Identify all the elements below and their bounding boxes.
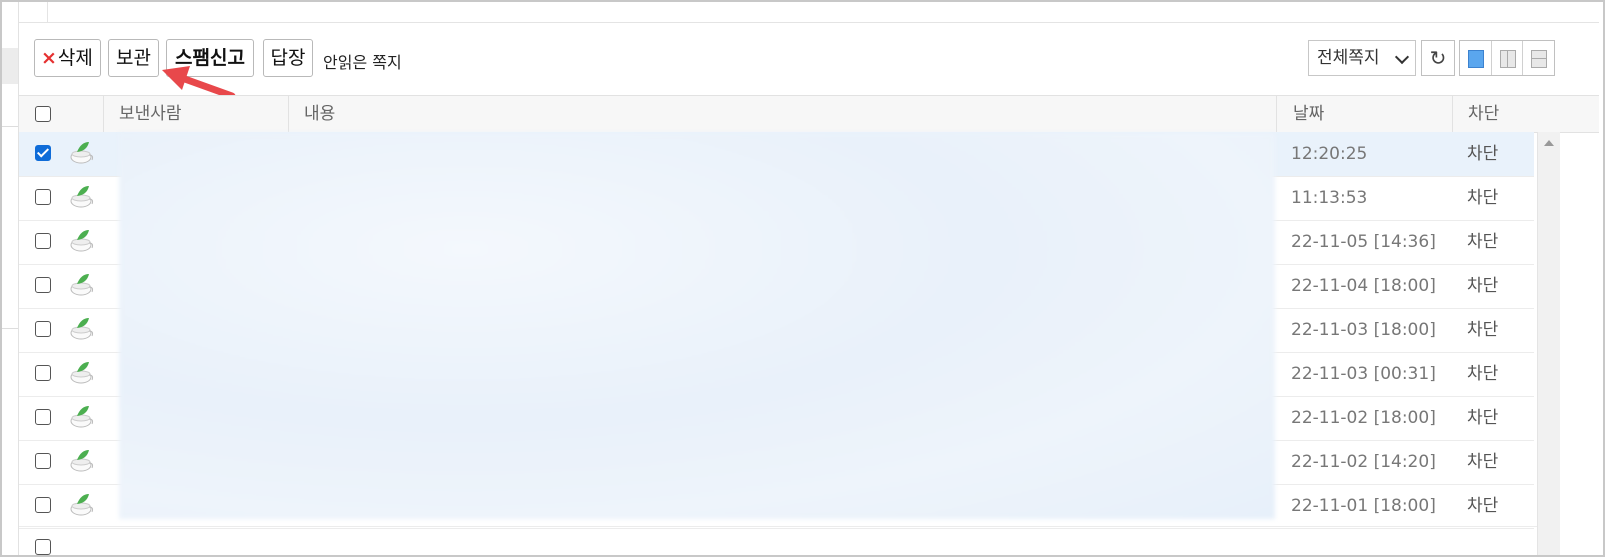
scroll-up-icon[interactable] xyxy=(1544,140,1554,146)
message-window: ×삭제 보관 스팸신고 답장 안읽은 쪽지 전체쪽지 ↻ 보낸사람 내용 날짜 … xyxy=(0,0,1605,557)
store-button[interactable]: 보관 xyxy=(108,39,159,77)
row-checkbox[interactable] xyxy=(35,539,51,555)
left-panel-edge xyxy=(2,2,19,555)
teacup-leaf-icon xyxy=(70,362,94,384)
row-date: 22-11-02 [14:20] xyxy=(1291,452,1436,472)
row-checkbox[interactable] xyxy=(35,145,51,161)
row-date: 22-11-02 [18:00] xyxy=(1291,408,1436,428)
teacup-leaf-icon xyxy=(70,450,94,472)
row-date: 22-11-03 [00:31] xyxy=(1291,364,1436,384)
row-block-link[interactable]: 차단 xyxy=(1467,396,1498,440)
vertical-scrollbar[interactable] xyxy=(1537,132,1560,555)
header-block: 차단 xyxy=(1468,104,1500,124)
row-date: 11:13:53 xyxy=(1291,188,1368,208)
row-checkbox[interactable] xyxy=(35,453,51,469)
row-block-link[interactable]: 차단 xyxy=(1467,220,1498,264)
teacup-leaf-icon xyxy=(70,318,94,340)
row-date: 22-11-03 [18:00] xyxy=(1291,320,1436,340)
toolbar: ×삭제 보관 스팸신고 답장 안읽은 쪽지 전체쪽지 ↻ xyxy=(19,23,1599,95)
delete-x-icon: × xyxy=(41,47,57,69)
delete-button[interactable]: ×삭제 xyxy=(34,39,101,77)
view-single-icon[interactable] xyxy=(1460,41,1492,75)
row-block-link[interactable]: 차단 xyxy=(1467,176,1498,220)
unread-messages-link[interactable]: 안읽은 쪽지 xyxy=(323,49,402,73)
top-bar xyxy=(19,2,1599,23)
teacup-leaf-icon xyxy=(70,230,94,252)
row-checkbox[interactable] xyxy=(35,365,51,381)
header-sender[interactable]: 보낸사람 xyxy=(119,96,182,132)
teacup-leaf-icon xyxy=(70,142,94,164)
row-date: 22-11-04 [18:00] xyxy=(1291,276,1436,296)
row-block-link[interactable]: 차단 xyxy=(1467,440,1498,484)
row-date: 12:20:25 xyxy=(1291,144,1368,164)
teacup-leaf-icon xyxy=(70,406,94,428)
row-block-link[interactable]: 차단 xyxy=(1467,132,1498,176)
row-checkbox[interactable] xyxy=(35,233,51,249)
row-block-link[interactable]: 차단 xyxy=(1467,264,1498,308)
filter-value: 전체쪽지 xyxy=(1317,48,1380,68)
select-all-checkbox[interactable] xyxy=(35,106,51,122)
view-horizontal-split-icon[interactable] xyxy=(1523,41,1554,75)
row-checkbox[interactable] xyxy=(35,321,51,337)
teacup-leaf-icon xyxy=(70,186,94,208)
teacup-leaf-icon xyxy=(70,494,94,516)
header-date[interactable]: 날짜 xyxy=(1293,96,1324,132)
view-mode-group xyxy=(1459,40,1555,76)
partial-next-row xyxy=(19,526,1537,555)
delete-label: 삭제 xyxy=(57,47,93,69)
chevron-down-icon xyxy=(1394,49,1410,65)
message-filter-select[interactable]: 전체쪽지 xyxy=(1308,40,1416,76)
row-checkbox[interactable] xyxy=(35,277,51,293)
redacted-content-area xyxy=(119,133,1275,519)
table-header: 보낸사람 내용 날짜 차단 xyxy=(19,95,1599,133)
row-block-link[interactable]: 차단 xyxy=(1467,352,1498,396)
refresh-icon[interactable]: ↻ xyxy=(1421,40,1455,76)
row-date: 22-11-01 [18:00] xyxy=(1291,496,1436,516)
row-checkbox[interactable] xyxy=(35,497,51,513)
row-checkbox[interactable] xyxy=(35,189,51,205)
row-checkbox[interactable] xyxy=(35,409,51,425)
row-date: 22-11-05 [14:36] xyxy=(1291,232,1436,252)
row-block-link[interactable]: 차단 xyxy=(1467,308,1498,352)
teacup-leaf-icon xyxy=(70,274,94,296)
view-vertical-split-icon[interactable] xyxy=(1492,41,1524,75)
reply-button[interactable]: 답장 xyxy=(263,39,313,77)
header-content[interactable]: 내용 xyxy=(304,96,335,132)
row-block-link[interactable]: 차단 xyxy=(1467,484,1498,528)
